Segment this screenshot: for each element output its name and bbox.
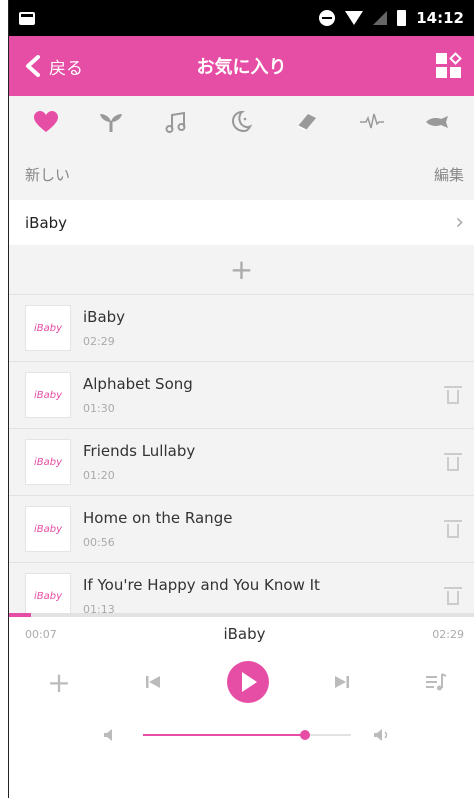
trash-icon[interactable] (444, 386, 462, 404)
volume-slider[interactable] (143, 730, 351, 740)
player-bar: 00:07 iBaby 02:29 + (9, 613, 474, 798)
app-frame: 14:12 戻る お気に入り 新しい 編集 iBaby › + iBaby iB… (8, 0, 474, 798)
track-thumbnail: iBaby (25, 506, 71, 552)
signal-icon (373, 11, 388, 25)
track-duration: 01:20 (83, 469, 115, 482)
book-icon (297, 114, 316, 131)
heartbeat-icon (360, 113, 385, 129)
trash-icon[interactable] (444, 587, 462, 605)
progress-bar[interactable] (9, 613, 474, 617)
track-thumbnail: iBaby (25, 305, 71, 351)
playlist-item[interactable]: iBaby › (9, 200, 474, 245)
chevron-left-icon (26, 55, 40, 77)
wifi-icon (345, 11, 364, 25)
previous-button[interactable] (133, 662, 173, 702)
tab-music[interactable] (156, 102, 196, 142)
tab-stories[interactable] (287, 102, 327, 142)
tab-sleep[interactable] (221, 102, 261, 142)
track-title: Alphabet Song (83, 375, 193, 393)
volume-slider-thumb[interactable] (300, 730, 311, 740)
track-row[interactable]: iBaby Home on the Range 00:56 (9, 496, 474, 563)
section-title: 新しい (25, 165, 71, 184)
volume-fill (143, 734, 306, 736)
volume-control (9, 727, 474, 743)
do-not-disturb-icon (319, 10, 336, 26)
tab-nature[interactable] (417, 102, 457, 142)
track-duration: 02:29 (83, 335, 115, 348)
section-header: 新しい 編集 (9, 148, 474, 200)
chevron-right-icon: › (455, 210, 464, 235)
next-button[interactable] (322, 662, 362, 702)
volume-up-icon (373, 727, 393, 743)
sprout-icon (99, 114, 122, 132)
add-track-button[interactable]: + (9, 245, 474, 295)
edit-button[interactable]: 編集 (434, 164, 464, 185)
track-thumbnail: iBaby (25, 439, 71, 485)
add-to-playlist-button[interactable]: + (39, 662, 79, 702)
play-button[interactable] (226, 661, 269, 703)
tab-favorites[interactable] (26, 102, 66, 142)
grid-icon (436, 53, 447, 64)
back-button[interactable]: 戻る (9, 36, 83, 96)
music-note-icon (165, 111, 186, 133)
back-label: 戻る (49, 58, 83, 79)
track-list: iBaby iBaby 02:29 iBaby Alphabet Song 01… (9, 295, 474, 630)
playback-controls: + (9, 661, 474, 703)
heart-icon (33, 111, 58, 132)
skip-next-icon (335, 676, 350, 688)
tab-growth[interactable] (91, 102, 131, 142)
status-right: 14:12 (319, 9, 464, 27)
volume-down-icon (103, 727, 123, 743)
tab-heartbeat[interactable] (352, 102, 392, 142)
app-header: 戻る お気に入り (9, 36, 474, 96)
playlist-button[interactable] (416, 662, 456, 702)
track-row[interactable]: iBaby Alphabet Song 01:30 (9, 362, 474, 429)
track-row[interactable]: iBaby Friends Lullaby 01:20 (9, 429, 474, 496)
elapsed-time: 00:07 (25, 627, 57, 641)
skip-previous-icon (145, 676, 160, 688)
track-title: Home on the Range (83, 509, 233, 527)
view-toggle-button[interactable] (436, 52, 462, 79)
playlist-name: iBaby (25, 213, 68, 232)
moon-icon (232, 110, 253, 133)
status-bar: 14:12 (9, 0, 474, 36)
total-time: 02:29 (432, 627, 464, 641)
queue-music-icon (426, 673, 447, 691)
notification-icon (19, 11, 35, 25)
status-time: 14:12 (416, 9, 464, 27)
track-row[interactable]: iBaby iBaby 02:29 (9, 295, 474, 362)
battery-icon (397, 10, 407, 26)
now-playing-title: iBaby (223, 625, 266, 643)
fish-icon (426, 116, 449, 128)
trash-icon[interactable] (444, 453, 462, 471)
category-tabs (9, 96, 474, 148)
track-title: If You're Happy and You Know It (83, 576, 320, 594)
progress-fill (9, 613, 31, 617)
track-title: iBaby (83, 308, 126, 326)
track-duration: 00:56 (83, 536, 115, 549)
trash-icon[interactable] (444, 520, 462, 538)
track-duration: 01:30 (83, 402, 115, 415)
track-title: Friends Lullaby (83, 442, 196, 460)
track-thumbnail: iBaby (25, 372, 71, 418)
